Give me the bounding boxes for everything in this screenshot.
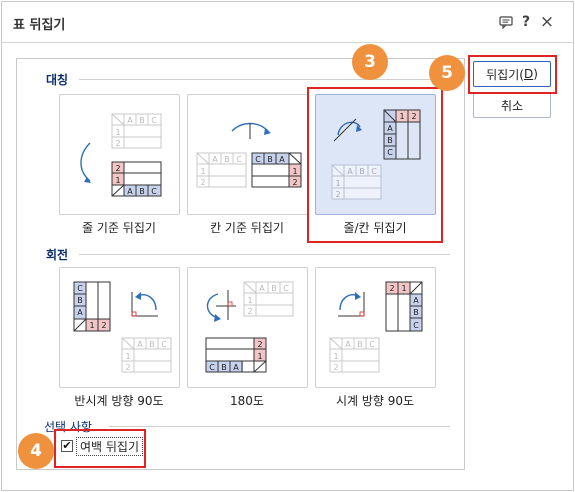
section-divider: [79, 79, 450, 80]
svg-text:A: A: [77, 308, 83, 317]
option-column-flip[interactable]: A B C 1 2 C B A 1 2: [187, 94, 308, 215]
svg-text:1: 1: [247, 296, 252, 305]
svg-text:1: 1: [89, 321, 94, 330]
svg-text:C: C: [283, 284, 289, 293]
faded-source-table: A B C 1 2: [329, 337, 380, 373]
result-table: 2 1 C B A: [205, 337, 267, 373]
svg-text:A: A: [279, 155, 285, 164]
svg-text:C: C: [236, 155, 242, 164]
svg-text:A: A: [413, 296, 419, 305]
svg-text:B: B: [77, 296, 83, 305]
option-row-flip[interactable]: A B C 1 2 2 1 A B C: [59, 94, 180, 215]
highlight-box-row-column-flip: [307, 87, 443, 243]
svg-text:C: C: [151, 187, 157, 196]
svg-text:B: B: [271, 284, 277, 293]
flip-table-dialog: 표 뒤집기 ? × 대칭 A B C 1 2 2 1 A B C 줄 기준 뒤집…: [1, 1, 574, 491]
svg-text:2: 2: [115, 164, 120, 173]
svg-text:B: B: [224, 155, 230, 164]
svg-text:2: 2: [257, 340, 262, 349]
svg-text:A: A: [212, 155, 218, 164]
result-table: 2 1 A B C: [111, 161, 162, 197]
svg-text:2: 2: [292, 178, 297, 187]
svg-text:1: 1: [125, 352, 130, 361]
svg-text:B: B: [357, 340, 363, 349]
svg-text:1: 1: [257, 352, 262, 361]
svg-text:B: B: [413, 308, 419, 317]
option-rotate-180[interactable]: A B C 1 2 2 1 C B A: [187, 267, 308, 388]
svg-text:B: B: [221, 363, 227, 372]
cancel-button[interactable]: 취소: [473, 92, 551, 118]
svg-text:2: 2: [101, 321, 106, 330]
faded-source-table: A B C 1 2: [121, 337, 172, 373]
svg-text:C: C: [77, 284, 83, 293]
close-icon[interactable]: ×: [538, 12, 556, 32]
step-badge-4: 4: [18, 433, 54, 469]
svg-text:A: A: [345, 340, 351, 349]
chat-icon[interactable]: [497, 13, 515, 31]
svg-text:C: C: [161, 340, 167, 349]
result-table: C B A 1 2: [251, 152, 302, 188]
rotate-ccw-illustration: C B A 1 2 A B C 1 2: [73, 281, 172, 373]
option-rotate-180-label: 180도: [230, 394, 264, 408]
result-table: 2 1 A B C: [385, 281, 423, 332]
option-column-flip-label: 칸 기준 뒤집기: [210, 221, 284, 235]
svg-text:A: A: [127, 187, 133, 196]
column-flip-illustration: A B C 1 2 C B A 1 2: [196, 122, 302, 188]
rotate-cw-illustration: 2 1 A B C A B C 1 2: [329, 281, 423, 373]
svg-text:1: 1: [115, 128, 120, 137]
faded-source-table: A B C 1 2: [243, 281, 294, 317]
svg-text:B: B: [139, 116, 145, 125]
svg-text:1: 1: [200, 167, 205, 176]
svg-text:2: 2: [389, 284, 394, 293]
svg-text:C: C: [209, 363, 215, 372]
step-badge-5: 5: [429, 55, 465, 91]
svg-text:2: 2: [200, 178, 205, 187]
help-icon[interactable]: ?: [517, 13, 535, 31]
svg-text:2: 2: [333, 363, 338, 372]
dialog-title: 표 뒤집기: [13, 18, 66, 33]
flip-arrow-icon: [80, 142, 91, 182]
svg-text:A: A: [233, 363, 239, 372]
rotate-180-illustration: A B C 1 2 2 1 C B A: [205, 281, 294, 373]
section-rotate-label: 회전: [46, 248, 69, 262]
section-divider: [109, 426, 450, 427]
svg-text:C: C: [369, 340, 375, 349]
option-rotate-ccw-label: 반시계 방향 90도: [74, 394, 164, 408]
step-badge-3: 3: [352, 44, 388, 80]
title-bar: 표 뒤집기 ? ×: [2, 2, 573, 43]
svg-text:2: 2: [247, 307, 252, 316]
svg-text:C: C: [151, 116, 157, 125]
result-table: C B A 1 2: [73, 281, 111, 332]
section-symmetry-label: 대칭: [46, 73, 69, 87]
svg-text:C: C: [255, 155, 261, 164]
svg-text:A: A: [259, 284, 265, 293]
svg-text:B: B: [149, 340, 155, 349]
section-divider: [79, 254, 450, 255]
svg-text:A: A: [127, 116, 133, 125]
svg-text:A: A: [137, 340, 143, 349]
svg-text:1: 1: [115, 176, 120, 185]
highlight-box-ok-button: [468, 55, 557, 94]
row-flip-illustration: A B C 1 2 2 1 A B C: [80, 113, 162, 197]
svg-text:C: C: [413, 321, 419, 330]
option-row-flip-label: 줄 기준 뒤집기: [82, 221, 156, 235]
faded-source-table: A B C 1 2: [111, 113, 162, 149]
svg-text:2: 2: [125, 363, 130, 372]
faded-source-table: A B C 1 2: [196, 152, 247, 188]
option-rotate-cw-label: 시계 방향 90도: [335, 394, 415, 408]
svg-text:2: 2: [115, 139, 120, 148]
svg-text:1: 1: [292, 167, 297, 176]
highlight-box-flip-margin: [54, 429, 146, 468]
svg-text:B: B: [267, 155, 273, 164]
svg-text:1: 1: [333, 352, 338, 361]
svg-text:B: B: [139, 187, 145, 196]
svg-text:1: 1: [401, 284, 406, 293]
option-rotate-cw[interactable]: 2 1 A B C A B C 1 2: [315, 267, 436, 388]
option-rotate-ccw[interactable]: C B A 1 2 A B C 1 2: [59, 267, 180, 388]
